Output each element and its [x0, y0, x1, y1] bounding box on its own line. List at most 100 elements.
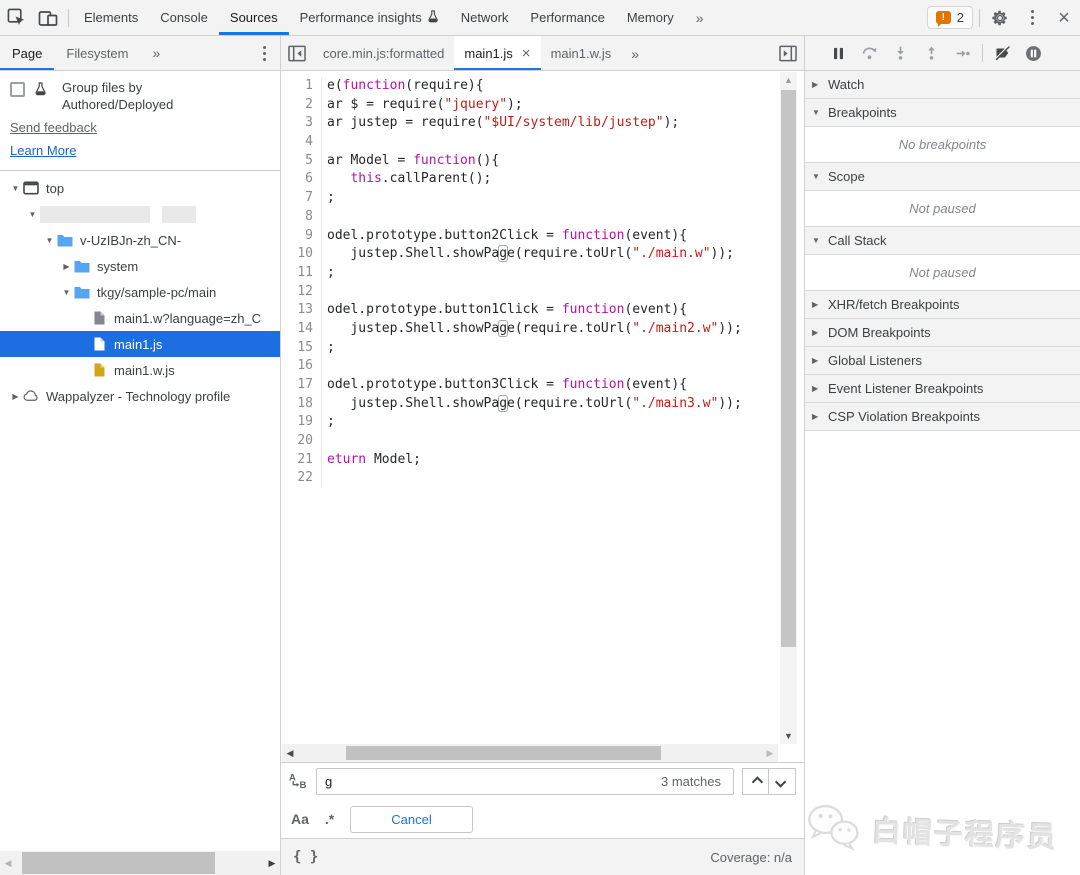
line-number[interactable]: 16 [281, 357, 322, 377]
pretty-print-icon[interactable]: { } [293, 849, 318, 865]
section-header-csp-violation-breakpoints[interactable]: ▶ CSP Violation Breakpoints [805, 403, 1080, 431]
deactivate-breakpoints-icon[interactable] [987, 36, 1018, 70]
learn-more-link[interactable]: Learn More [10, 143, 76, 158]
section-header-call-stack[interactable]: ▼ Call Stack [805, 227, 1080, 255]
section-header-global-listeners[interactable]: ▶ Global Listeners [805, 347, 1080, 375]
code-line[interactable]: 10 justep.Shell.showPage(require.toUrl("… [281, 245, 804, 264]
send-feedback-link[interactable]: Send feedback [10, 120, 97, 135]
line-number[interactable]: 11 [281, 263, 322, 283]
step-out-icon[interactable] [916, 36, 947, 70]
pause-script-icon[interactable] [823, 36, 854, 70]
more-panels-icon[interactable]: » [685, 0, 715, 35]
scrollbar-thumb[interactable] [346, 746, 661, 760]
line-number[interactable]: 17 [281, 376, 322, 395]
step-into-icon[interactable] [885, 36, 916, 70]
cancel-button[interactable]: Cancel [350, 805, 473, 833]
code-line[interactable]: 9 odel.prototype.button2Click = function(… [281, 226, 804, 246]
code-line[interactable]: 11; [281, 263, 804, 283]
pause-on-exceptions-icon[interactable] [1018, 36, 1049, 70]
group-files-checkbox[interactable] [10, 82, 25, 97]
section-header-event-listener-breakpoints[interactable]: ▶ Event Listener Breakpoints [805, 375, 1080, 403]
code-line[interactable]: 19; [281, 413, 804, 433]
scrollbar-thumb[interactable] [781, 90, 796, 647]
section-header-xhr-fetch-breakpoints[interactable]: ▶ XHR/fetch Breakpoints [805, 291, 1080, 319]
issues-badge[interactable]: ! 2 [926, 6, 973, 29]
inspect-element-icon[interactable] [0, 0, 32, 35]
tab-sources[interactable]: Sources [219, 0, 289, 35]
line-number[interactable]: 20 [281, 432, 322, 451]
code-line[interactable]: 14 justep.Shell.showPage(require.toUrl("… [281, 319, 804, 339]
code-line[interactable]: 1 e(function(require){ [281, 77, 804, 96]
line-number[interactable]: 15 [281, 338, 322, 358]
settings-gear-icon[interactable] [984, 0, 1016, 35]
navigator-tab-page[interactable]: Page [0, 36, 54, 70]
code-line[interactable]: 8 [281, 207, 804, 227]
navigator-more-tabs-icon[interactable]: » [141, 36, 173, 70]
line-number[interactable]: 19 [281, 413, 322, 433]
tab-performance-insights[interactable]: Performance insights [289, 0, 450, 35]
line-number[interactable]: 13 [281, 301, 322, 320]
expander-icon[interactable]: ▼ [59, 288, 74, 297]
code-line[interactable]: 5 ar Model = function(){ [281, 151, 804, 171]
line-number[interactable]: 14 [281, 319, 322, 339]
code-line[interactable]: 22 [281, 469, 804, 489]
editor-tab-main1-w-js[interactable]: main1.w.js [541, 36, 622, 70]
tree-item-top[interactable]: ▼ top [0, 175, 280, 201]
code-line[interactable]: 17 odel.prototype.button3Click = function… [281, 376, 804, 395]
line-number[interactable]: 21 [281, 450, 322, 470]
expander-icon[interactable]: ▼ [8, 184, 23, 193]
line-number[interactable]: 10 [281, 245, 322, 264]
code-line[interactable]: 2 ar $ = require("jquery"); [281, 95, 804, 115]
code-line[interactable]: 12 [281, 282, 804, 302]
code-line[interactable]: 4 [281, 133, 804, 152]
scrollbar-thumb[interactable] [22, 852, 215, 874]
tree-item-v-uzibjn-zh-cn[interactable]: ▼ v-UzIBJn-zh_CN- [0, 227, 280, 253]
scroll-left-icon[interactable]: ◀ [0, 858, 16, 869]
tab-performance[interactable]: Performance [519, 0, 615, 35]
editor-more-tabs-icon[interactable]: » [621, 36, 649, 70]
line-number[interactable]: 22 [281, 469, 322, 489]
tree-item-system[interactable]: ▶ system [0, 253, 280, 279]
navigator-tab-filesystem[interactable]: Filesystem [54, 36, 140, 70]
device-toolbar-icon[interactable] [32, 0, 64, 35]
code-line[interactable]: 6 this.callParent(); [281, 170, 804, 190]
tree-item-main1-js[interactable]: main1.js [0, 331, 280, 357]
step-over-icon[interactable] [854, 36, 885, 70]
tree-item-redacted[interactable]: ▼ [0, 201, 280, 227]
line-number[interactable]: 18 [281, 394, 322, 414]
line-number[interactable]: 5 [281, 151, 322, 171]
tab-close-icon[interactable]: × [522, 45, 531, 62]
tree-item-tkgy-sample-pc-main[interactable]: ▼ tkgy/sample-pc/main [0, 279, 280, 305]
code-line[interactable]: 20 [281, 432, 804, 451]
tab-memory[interactable]: Memory [616, 0, 685, 35]
scroll-down-icon[interactable]: ▼ [780, 731, 797, 741]
search-input[interactable] [325, 774, 662, 789]
code-line[interactable]: 21 eturn Model; [281, 450, 804, 470]
search-next-icon[interactable] [769, 768, 796, 795]
navigator-horizontal-scrollbar[interactable]: ◀ ▶ [0, 851, 280, 875]
expander-icon[interactable]: ▼ [42, 236, 57, 245]
line-number[interactable]: 12 [281, 282, 322, 302]
scroll-up-icon[interactable]: ▲ [780, 75, 797, 85]
code-line[interactable]: 18 justep.Shell.showPage(require.toUrl("… [281, 394, 804, 414]
line-number[interactable]: 6 [281, 170, 322, 190]
line-number[interactable]: 3 [281, 114, 322, 134]
tab-console[interactable]: Console [149, 0, 219, 35]
regex-icon[interactable]: .* [325, 811, 334, 827]
code-line[interactable]: 7; [281, 189, 804, 208]
section-header-breakpoints[interactable]: ▼ Breakpoints [805, 99, 1080, 127]
code-lines[interactable]: 1 e(function(require){2 ar $ = require("jq… [281, 71, 804, 744]
scroll-left-icon[interactable]: ◀ [282, 748, 298, 759]
scroll-right-icon[interactable]: ▶ [264, 858, 280, 869]
tree-item-wappalyzer-technology-profile[interactable]: ▶ Wappalyzer - Technology profile [0, 383, 280, 409]
tree-item-main1-w-language-zh-c[interactable]: main1.w?language=zh_C [0, 305, 280, 331]
match-case-icon[interactable]: Aa [291, 811, 309, 827]
tab-network[interactable]: Network [450, 0, 520, 35]
scroll-right-icon[interactable]: ▶ [762, 748, 778, 759]
show-debugger-sidebar-icon[interactable] [772, 36, 804, 70]
editor-vertical-scrollbar[interactable]: ▲ ▼ [780, 72, 797, 744]
editor-horizontal-scrollbar[interactable]: ◀ ▶ [282, 744, 778, 762]
replace-toggle-icon[interactable]: AB [289, 772, 308, 792]
section-header-scope[interactable]: ▼ Scope [805, 163, 1080, 191]
section-header-dom-breakpoints[interactable]: ▶ DOM Breakpoints [805, 319, 1080, 347]
